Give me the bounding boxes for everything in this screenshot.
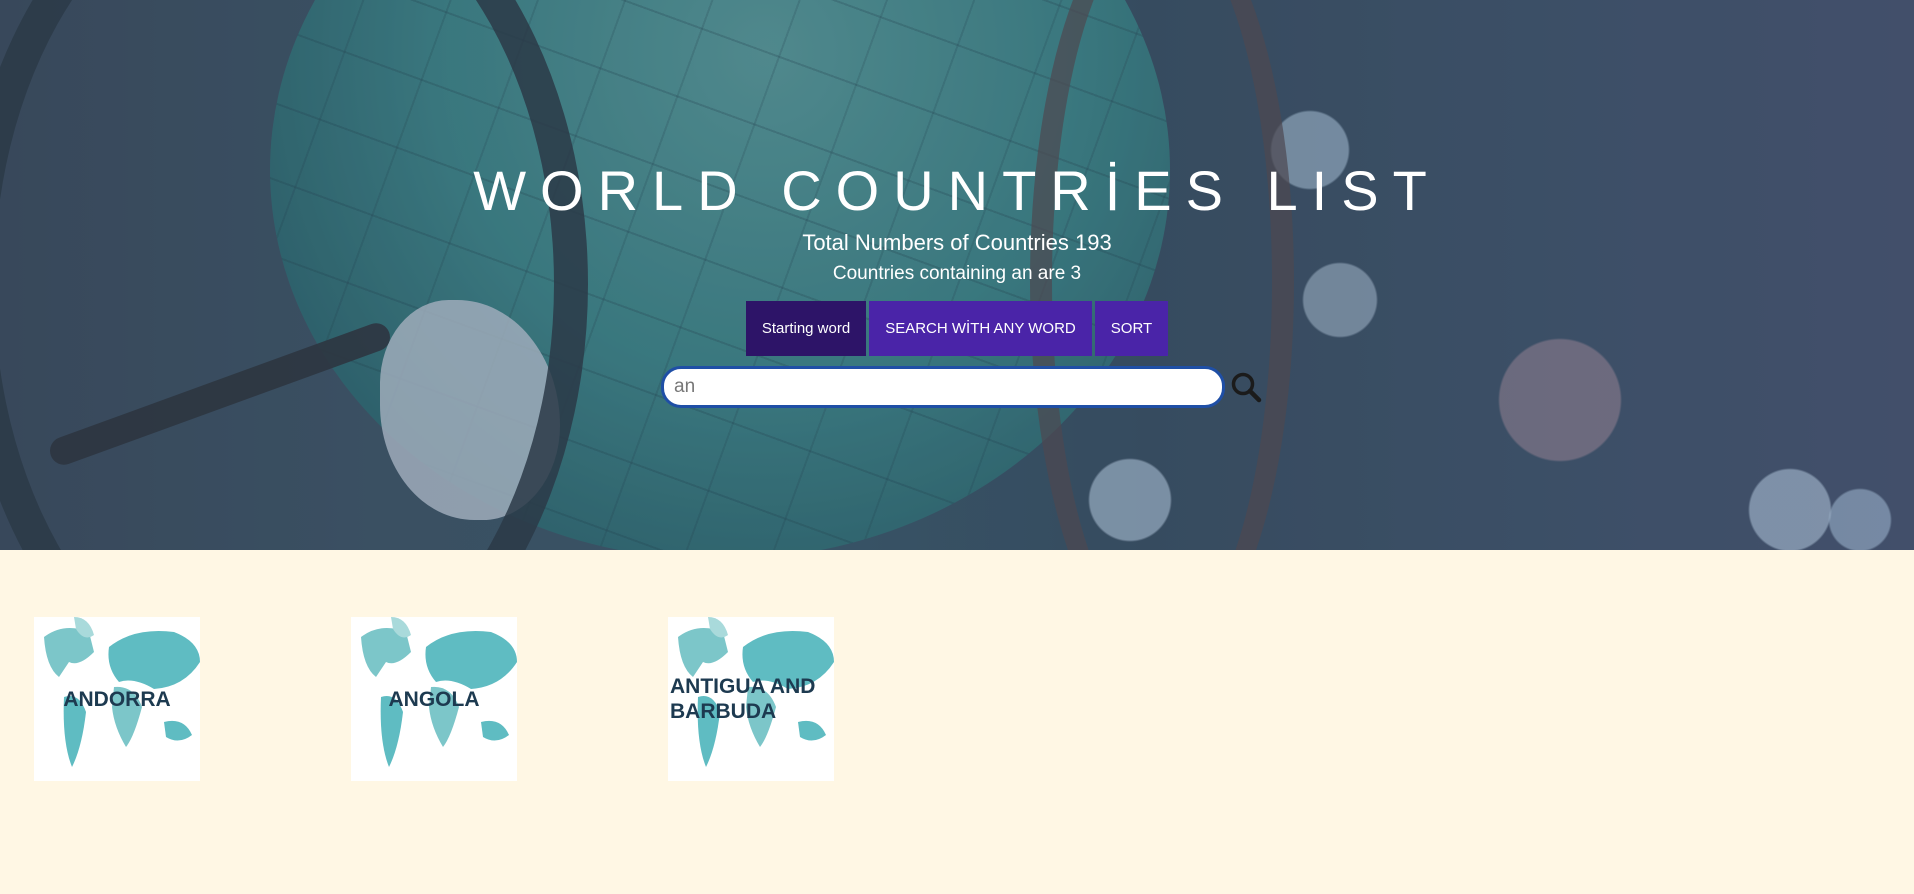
sort-button[interactable]: SORT	[1094, 301, 1169, 356]
matching-countries-text: Countries containing an are 3	[832, 263, 1082, 284]
search-input[interactable]	[661, 366, 1225, 408]
page-title: WORLD COUNTRİES LIST	[473, 159, 1441, 222]
country-name: ANTIGUA AND BARBUDA	[670, 675, 816, 723]
filter-button-group: Starting word SEARCH WİTH ANY WORD SORT	[0, 301, 1914, 356]
country-name: ANDORRA	[63, 687, 171, 711]
search-icon[interactable]	[1230, 371, 1262, 403]
country-card[interactable]: ANGOLA	[351, 617, 517, 781]
hero-banner: WORLD COUNTRİES LIST Total Numbers of Co…	[0, 0, 1914, 550]
search-any-word-button[interactable]: SEARCH WİTH ANY WORD	[869, 301, 1092, 356]
search-bar	[661, 366, 1262, 408]
hero-content: WORLD COUNTRİES LIST Total Numbers of Co…	[0, 0, 1914, 550]
starting-word-button[interactable]: Starting word	[745, 301, 867, 356]
country-card[interactable]: ANTIGUA AND BARBUDA	[668, 617, 834, 781]
country-card[interactable]: ANDORRA	[34, 617, 200, 781]
total-countries-text: Total Numbers of Countries 193	[802, 230, 1112, 255]
country-grid: ANDORRA ANGOLA ANTIGUA AND BARBUDA	[34, 617, 834, 781]
country-name: ANGOLA	[388, 687, 480, 711]
